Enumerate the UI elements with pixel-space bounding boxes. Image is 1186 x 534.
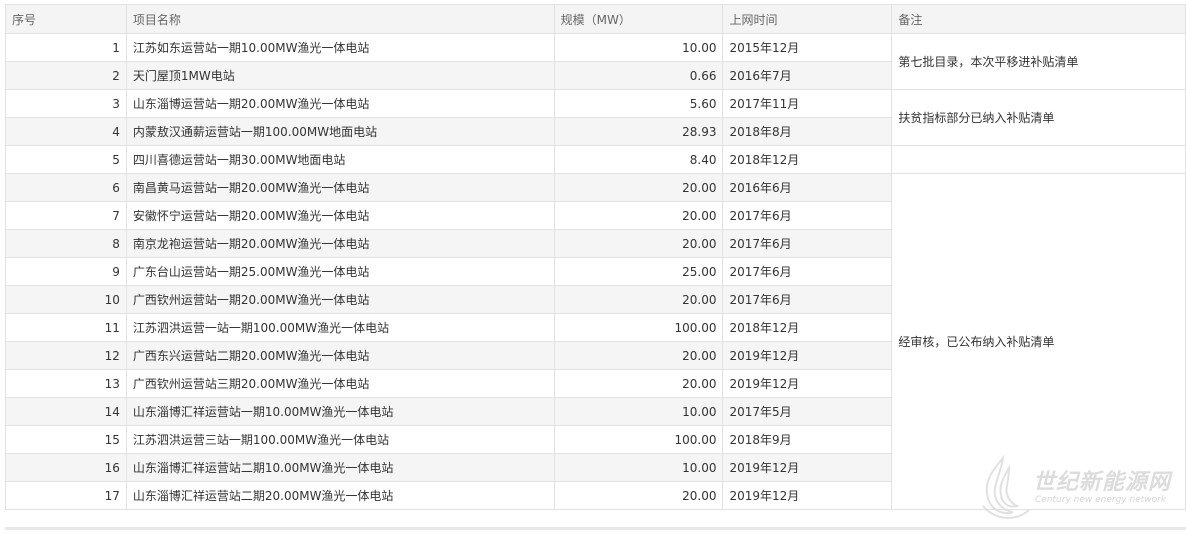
- row-grid-date: 2017年6月: [722, 285, 893, 314]
- row-grid-date: 2018年12月: [722, 145, 893, 174]
- row-project-name: 安徽怀宁运营站一期20.00MW渔光一体电站: [125, 201, 555, 230]
- row-capacity: 10.00: [553, 397, 724, 426]
- row-grid-date: 2016年6月: [722, 173, 893, 202]
- row-capacity: 20.00: [553, 369, 724, 398]
- row-capacity: 20.00: [553, 285, 724, 314]
- row-grid-date: 2017年6月: [722, 201, 893, 230]
- row-project-name: 山东淄博汇祥运营站二期20.00MW渔光一体电站: [125, 481, 555, 510]
- row-capacity: 20.00: [553, 481, 724, 510]
- row-index: 11: [5, 313, 127, 342]
- header-grid-date: 上网时间: [722, 4, 893, 34]
- table-row: 5 四川喜德运营站一期30.00MW地面电站 8.40 2018年12月: [5, 145, 1186, 174]
- row-project-name: 南京龙袍运营站一期20.00MW渔光一体电站: [125, 229, 555, 258]
- row-project-name: 广西钦州运营站三期20.00MW渔光一体电站: [125, 369, 555, 398]
- row-project-name: 广东台山运营站一期25.00MW渔光一体电站: [125, 257, 555, 286]
- row-capacity: 20.00: [553, 201, 724, 230]
- row-index: 3: [5, 89, 127, 118]
- table-row: 3 山东淄博运营站一期20.00MW渔光一体电站 5.60 2017年11月 扶…: [5, 89, 1186, 146]
- row-grid-date: 2018年9月: [722, 425, 893, 454]
- row-project-name: 江苏泗洪运营三站一期100.00MW渔光一体电站: [125, 425, 555, 454]
- table-header-row: 序号 项目名称 规模（MW） 上网时间 备注: [5, 4, 1186, 34]
- row-index: 10: [5, 285, 127, 314]
- row-grid-date: 2019年12月: [722, 369, 893, 398]
- row-project-name: 江苏如东运营站一期10.00MW渔光一体电站: [125, 33, 555, 62]
- row-project-name: 天门屋顶1MW电站: [125, 61, 555, 90]
- row-capacity: 20.00: [553, 173, 724, 202]
- row-project-name: 广西钦州运营站一期20.00MW渔光一体电站: [125, 285, 555, 314]
- row-capacity: 100.00: [553, 313, 724, 342]
- row-grid-date: 2017年6月: [722, 229, 893, 258]
- row-index: 13: [5, 369, 127, 398]
- remark-cell: 第七批目录，本次平移进补贴清单: [891, 33, 1186, 90]
- table-row: 6 南昌黄马运营站一期20.00MW渔光一体电站 20.00 2016年6月 经…: [5, 173, 1186, 510]
- row-index: 7: [5, 201, 127, 230]
- remark-cell: 经审核，已公布纳入补贴清单: [891, 173, 1186, 510]
- row-index: 2: [5, 61, 127, 90]
- row-index: 1: [5, 33, 127, 62]
- row-capacity: 28.93: [553, 117, 724, 146]
- row-project-name: 山东淄博汇祥运营站一期10.00MW渔光一体电站: [125, 397, 555, 426]
- remark-cell: 扶贫指标部分已纳入补贴清单: [891, 89, 1186, 146]
- remark-cell: [891, 145, 1186, 174]
- row-grid-date: 2017年11月: [722, 89, 893, 118]
- header-project-name: 项目名称: [125, 4, 555, 34]
- row-index: 15: [5, 425, 127, 454]
- row-project-name: 广西东兴运营站二期20.00MW渔光一体电站: [125, 341, 555, 370]
- row-grid-date: 2019年12月: [722, 341, 893, 370]
- row-capacity: 5.60: [553, 89, 724, 118]
- row-project-name: 山东淄博运营站一期20.00MW渔光一体电站: [125, 89, 555, 118]
- row-project-name: 江苏泗洪运营一站一期100.00MW渔光一体电站: [125, 313, 555, 342]
- row-grid-date: 2019年12月: [722, 453, 893, 482]
- row-index: 9: [5, 257, 127, 286]
- row-index: 14: [5, 397, 127, 426]
- row-grid-date: 2016年7月: [722, 61, 893, 90]
- row-grid-date: 2018年12月: [722, 313, 893, 342]
- row-index: 12: [5, 341, 127, 370]
- table-bottom-border: [5, 527, 1186, 530]
- row-index: 5: [5, 145, 127, 174]
- row-capacity: 0.66: [553, 61, 724, 90]
- row-grid-date: 2019年12月: [722, 481, 893, 510]
- row-capacity: 10.00: [553, 453, 724, 482]
- row-project-name: 四川喜德运营站一期30.00MW地面电站: [125, 145, 555, 174]
- row-project-name: 内蒙敖汉通薪运营站一期100.00MW地面电站: [125, 117, 555, 146]
- row-index: 8: [5, 229, 127, 258]
- project-table: 序号 项目名称 规模（MW） 上网时间 备注 1 江苏如东运营站一期10.00M…: [5, 4, 1186, 510]
- row-grid-date: 2018年8月: [722, 117, 893, 146]
- row-index: 6: [5, 173, 127, 202]
- header-capacity: 规模（MW）: [553, 4, 724, 34]
- row-capacity: 25.00: [553, 257, 724, 286]
- row-capacity: 20.00: [553, 229, 724, 258]
- row-grid-date: 2015年12月: [722, 33, 893, 62]
- row-capacity: 8.40: [553, 145, 724, 174]
- header-remarks: 备注: [891, 4, 1186, 34]
- row-index: 4: [5, 117, 127, 146]
- row-grid-date: 2017年6月: [722, 257, 893, 286]
- row-index: 17: [5, 481, 127, 510]
- header-index: 序号: [5, 4, 127, 34]
- table-row: 1 江苏如东运营站一期10.00MW渔光一体电站 10.00 2015年12月 …: [5, 33, 1186, 90]
- row-project-name: 南昌黄马运营站一期20.00MW渔光一体电站: [125, 173, 555, 202]
- row-capacity: 10.00: [553, 33, 724, 62]
- row-capacity: 100.00: [553, 425, 724, 454]
- row-index: 16: [5, 453, 127, 482]
- row-capacity: 20.00: [553, 341, 724, 370]
- row-grid-date: 2017年5月: [722, 397, 893, 426]
- row-project-name: 山东淄博汇祥运营站二期10.00MW渔光一体电站: [125, 453, 555, 482]
